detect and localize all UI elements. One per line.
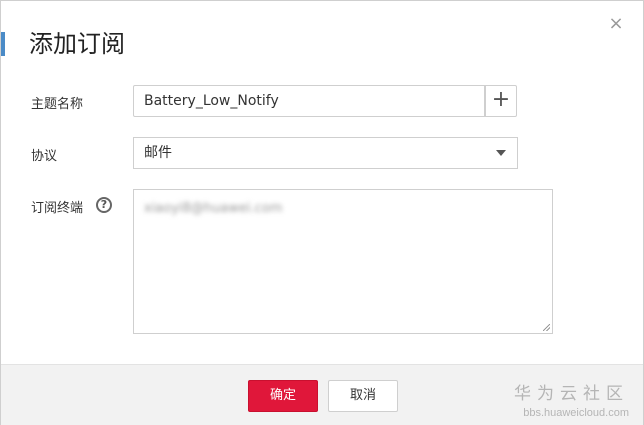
watermark-title: 华为云社区	[514, 384, 629, 404]
plus-icon: +	[491, 87, 511, 112]
topic-name-label: 主题名称	[31, 97, 84, 112]
help-circle-icon[interactable]: ?	[96, 197, 112, 213]
dialog-footer: 确定 取消 华为云社区 bbs.huaweicloud.com	[1, 364, 643, 425]
watermark: 华为云社区 bbs.huaweicloud.com	[514, 385, 629, 419]
chevron-down-icon	[496, 150, 506, 156]
protocol-selected-value: 邮件	[144, 145, 172, 161]
confirm-button[interactable]: 确定	[248, 380, 318, 412]
endpoint-textarea[interactable]: xiaoyi8@huawei.com	[133, 189, 553, 334]
dialog-header: 添加订阅	[1, 27, 643, 61]
endpoint-value: xiaoyi8@huawei.com	[144, 201, 283, 216]
add-topic-button[interactable]: +	[485, 85, 517, 117]
protocol-select[interactable]: 邮件	[133, 137, 518, 169]
dialog-title: 添加订阅	[29, 30, 125, 58]
cancel-button[interactable]: 取消	[328, 380, 398, 412]
resize-handle[interactable]	[543, 324, 550, 331]
endpoint-label: 订阅终端	[31, 201, 84, 216]
add-subscription-dialog: 添加订阅 × 主题名称 Battery_Low_Notify + 协议 邮件 订…	[0, 0, 644, 425]
protocol-label: 协议	[31, 149, 58, 164]
close-icon[interactable]: ×	[607, 15, 625, 33]
watermark-url: bbs.huaweicloud.com	[523, 407, 629, 419]
title-accent-bar	[1, 32, 5, 56]
topic-name-input[interactable]: Battery_Low_Notify	[133, 85, 485, 117]
